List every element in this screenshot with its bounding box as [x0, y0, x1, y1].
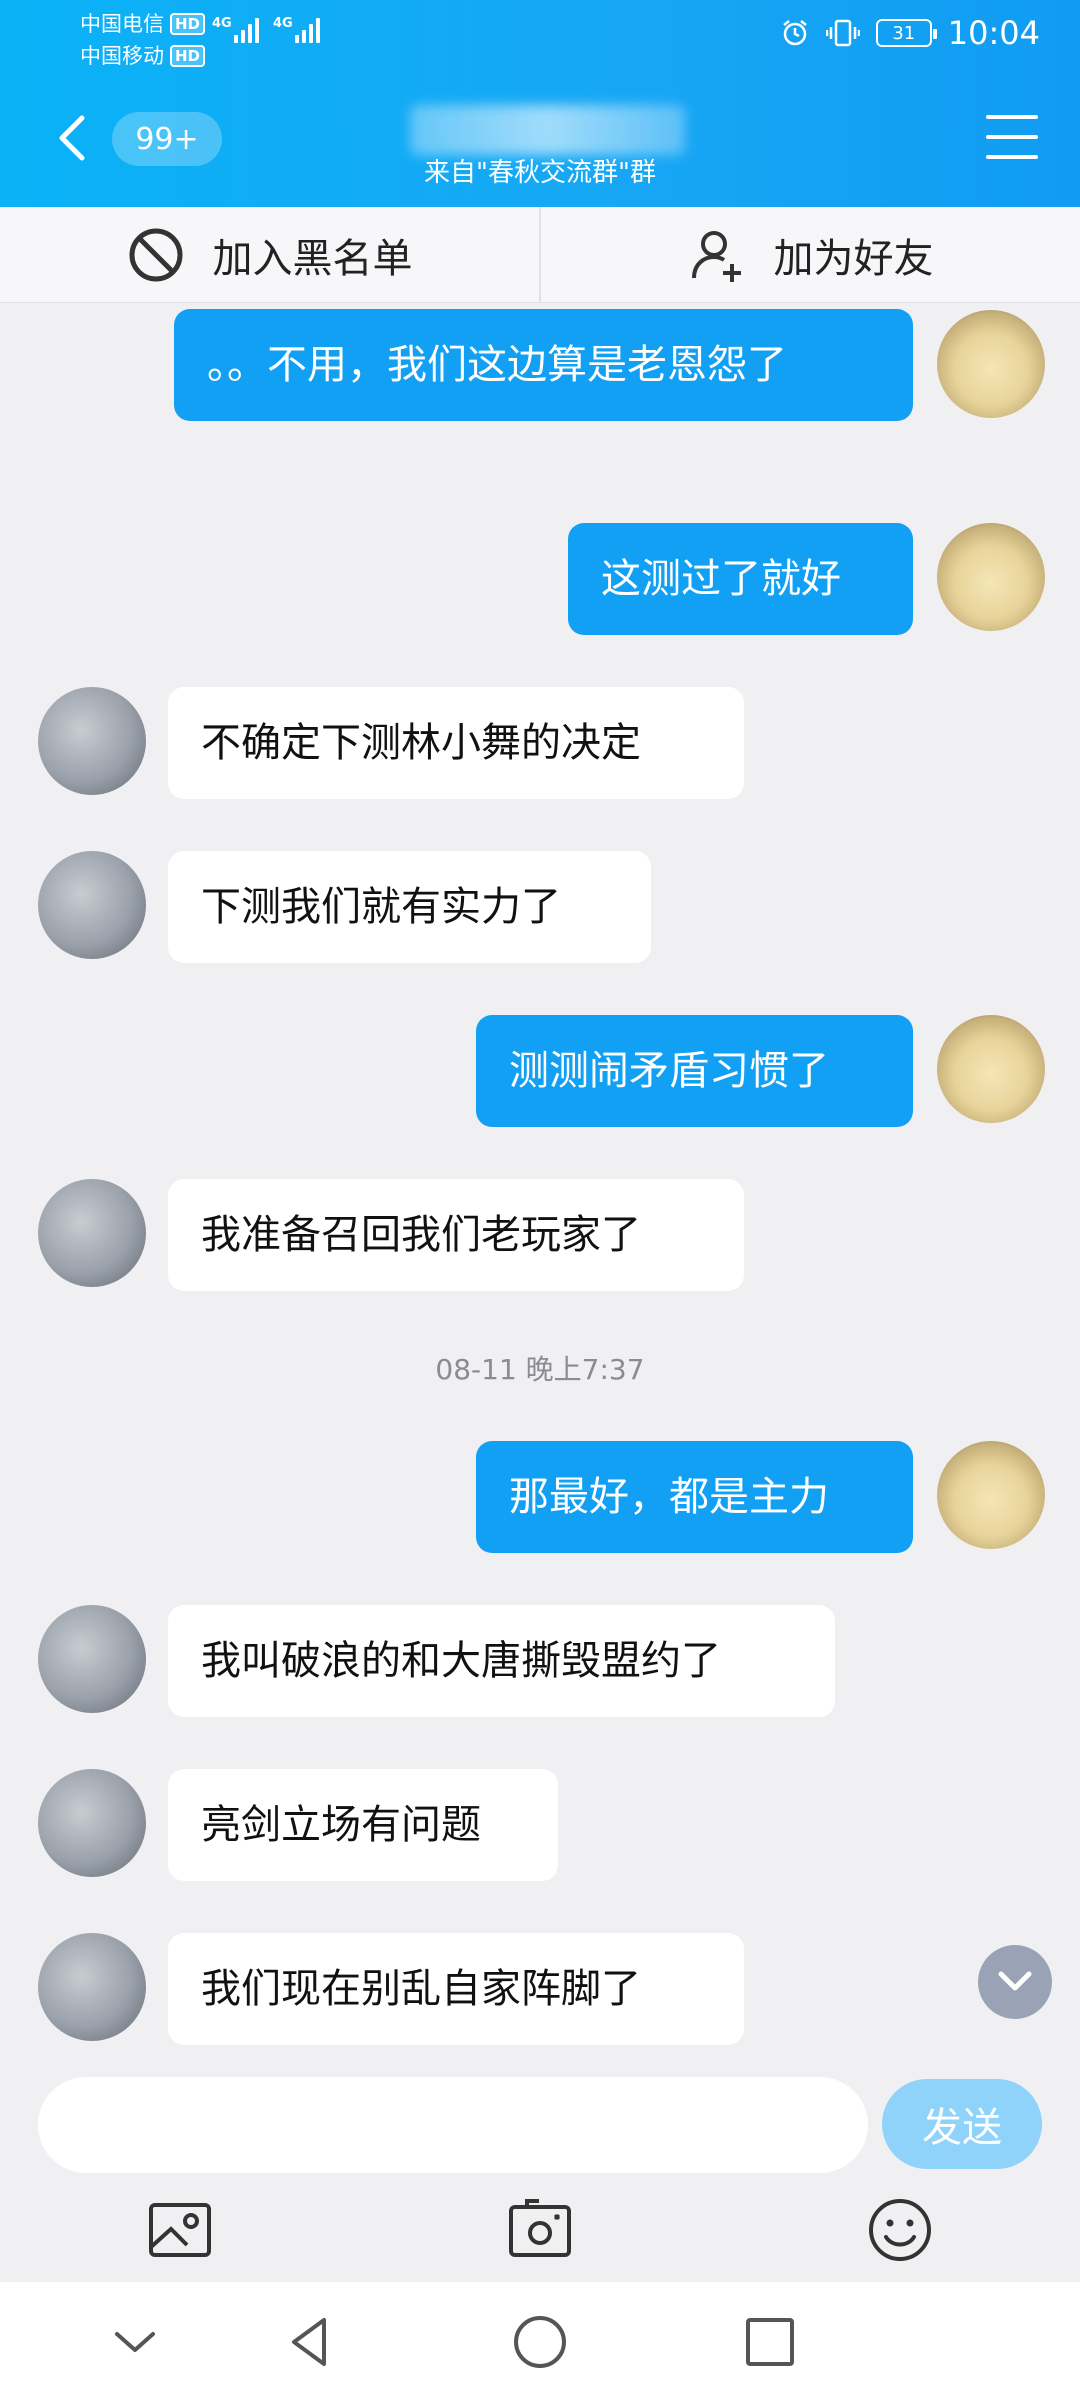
- input-bar: 发送: [0, 2057, 1080, 2282]
- clock: 10:04: [947, 14, 1040, 52]
- network-type: 4G: [273, 16, 293, 31]
- camera-icon[interactable]: [505, 2195, 575, 2265]
- emoji-icon[interactable]: [865, 2195, 935, 2265]
- nav-recents-icon[interactable]: [740, 2312, 800, 2372]
- message-bubble[interactable]: 那最好，都是主力: [476, 1441, 913, 1553]
- nav-back-icon[interactable]: [280, 2312, 340, 2372]
- alarm-icon: [783, 20, 807, 46]
- contact-avatar[interactable]: [38, 1605, 146, 1713]
- status-right: 31 10:04: [780, 14, 1040, 52]
- network-type: 4G: [212, 16, 232, 31]
- vibrate-icon: [825, 19, 860, 47]
- signal-icon: 4G: [212, 16, 259, 43]
- contact-avatar[interactable]: [38, 1179, 146, 1287]
- my-avatar[interactable]: [937, 1015, 1045, 1123]
- message-bubble[interactable]: 下测我们就有实力了: [168, 851, 651, 963]
- message-bubble[interactable]: 测测闹矛盾习惯了: [476, 1015, 913, 1127]
- add-to-blacklist-button[interactable]: 加入黑名单: [0, 207, 539, 302]
- block-icon: [129, 228, 182, 281]
- contact-avatar[interactable]: [38, 687, 146, 795]
- message-bubble[interactable]: 这测过了就好: [568, 523, 913, 635]
- send-button[interactable]: 发送: [882, 2079, 1042, 2169]
- message-input[interactable]: [38, 2077, 868, 2173]
- add-user-icon: [691, 230, 741, 282]
- my-avatar[interactable]: [937, 310, 1045, 418]
- chevron-down-icon: [998, 1971, 1032, 1991]
- system-nav-bar: [0, 2282, 1080, 2400]
- carrier-2: 中国移动: [80, 44, 164, 68]
- header-bar: 中国电信 HD 中国移动 HD 4G 4G 31 10:04 99+ 来自"春秋交流…: [0, 0, 1080, 207]
- nav-home-icon[interactable]: [510, 2312, 570, 2372]
- image-icon[interactable]: [145, 2195, 215, 2265]
- timestamp: 08-11 晚上7:37: [435, 1353, 645, 1386]
- my-avatar[interactable]: [937, 523, 1045, 631]
- contact-avatar[interactable]: [38, 851, 146, 959]
- message-bubble[interactable]: 。。不用，我们这边算是老恩怨了: [174, 309, 913, 421]
- add-friend-label: 加为好友: [773, 235, 934, 282]
- carrier-info: 中国电信 HD 中国移动 HD: [80, 8, 206, 72]
- message-bubble[interactable]: 亮剑立场有问题: [168, 1769, 558, 1881]
- message-list[interactable]: 。。不用，我们这边算是老恩怨了 这测过了就好 不确定下测林小舞的决定 下测我们就…: [0, 303, 1080, 2057]
- blurred-contact-name: [410, 105, 685, 155]
- carrier-1: 中国电信: [80, 12, 164, 36]
- message-bubble[interactable]: 我叫破浪的和大唐撕毁盟约了: [168, 1605, 835, 1717]
- hd-badge: HD: [170, 45, 206, 67]
- scroll-to-bottom-button[interactable]: [978, 1945, 1052, 2019]
- action-bar: 加入黑名单 加为好友: [0, 207, 1080, 303]
- blacklist-label: 加入黑名单: [212, 235, 413, 282]
- hd-badge: HD: [170, 13, 206, 35]
- signal-indicators: 4G 4G: [212, 16, 320, 43]
- my-avatar[interactable]: [937, 1441, 1045, 1549]
- menu-button[interactable]: [986, 115, 1038, 159]
- add-friend-button[interactable]: 加为好友: [539, 207, 1080, 302]
- battery-icon: 31: [875, 19, 937, 47]
- collapse-icon[interactable]: [105, 2312, 165, 2372]
- message-bubble[interactable]: 我准备召回我们老玩家了: [168, 1179, 744, 1291]
- message-bubble[interactable]: 我们现在别乱自家阵脚了: [168, 1933, 744, 2045]
- chat-source-subtitle: 来自"春秋交流群"群: [424, 158, 656, 188]
- contact-avatar[interactable]: [38, 1769, 146, 1877]
- signal-icon: 4G: [273, 16, 320, 43]
- message-bubble[interactable]: 不确定下测林小舞的决定: [168, 687, 744, 799]
- contact-avatar[interactable]: [38, 1933, 146, 2041]
